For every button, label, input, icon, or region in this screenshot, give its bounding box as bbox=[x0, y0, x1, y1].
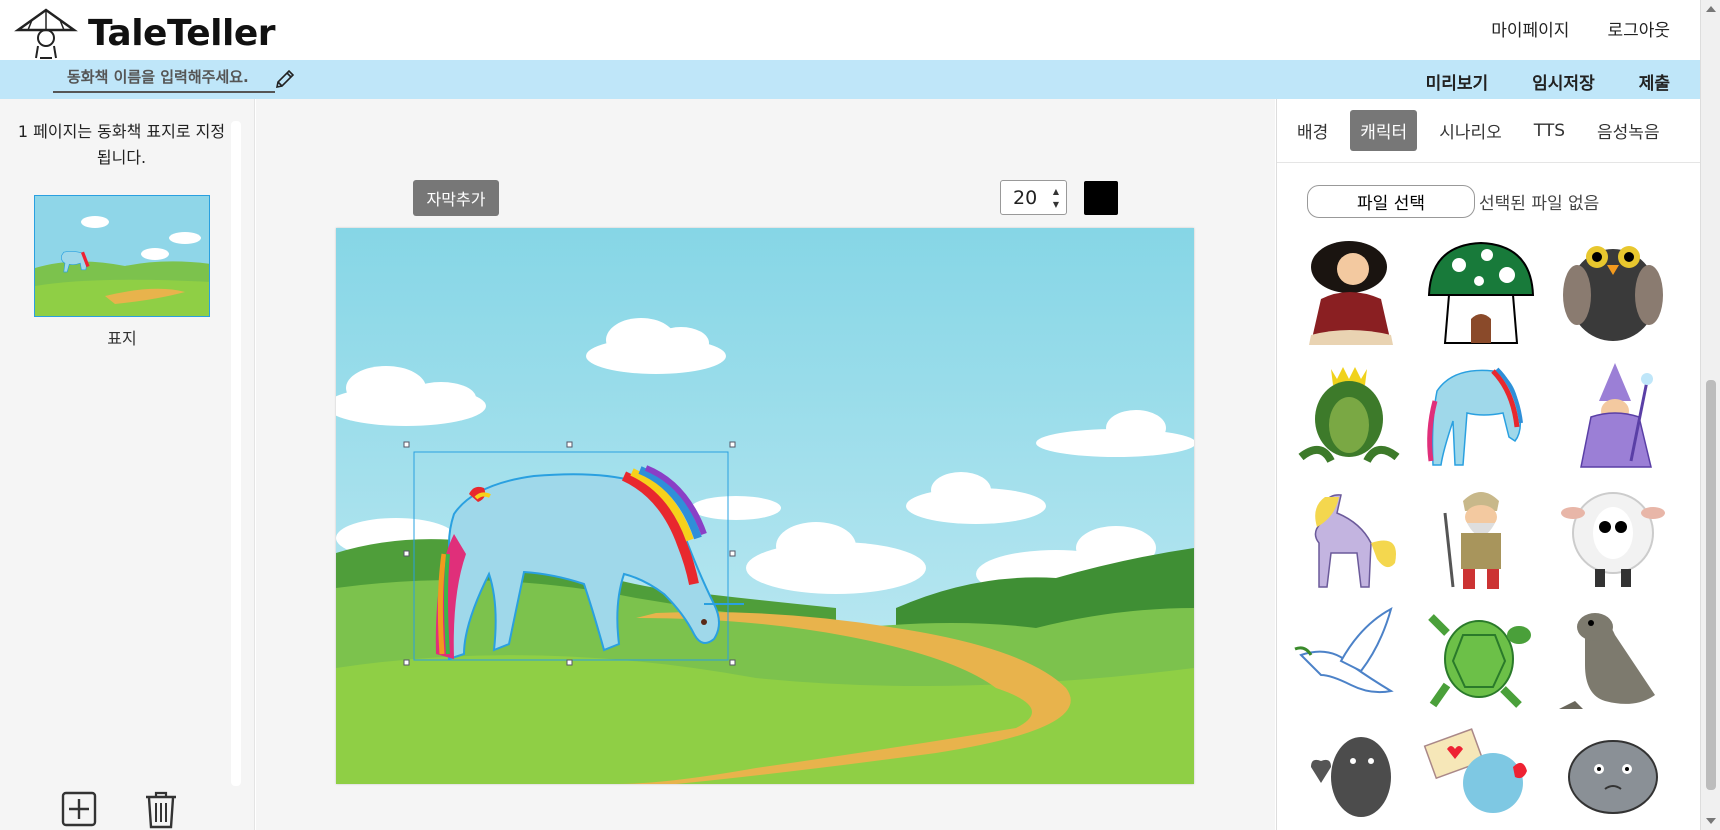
asset-tabs: 배경 캐릭터 시나리오 TTS 음성녹음 bbox=[1277, 99, 1701, 163]
file-select-button[interactable]: 파일 선택 bbox=[1307, 185, 1475, 218]
wizard-icon[interactable] bbox=[1555, 361, 1671, 471]
header: TaleTeller 마이페이지 로그아웃 bbox=[0, 0, 1700, 60]
mushroom-house-icon[interactable] bbox=[1423, 239, 1539, 349]
sheep-icon[interactable] bbox=[1555, 483, 1671, 593]
elephant-icon[interactable] bbox=[1555, 727, 1671, 830]
tab-scenario[interactable]: 시나리오 bbox=[1429, 110, 1512, 151]
page-scrollbar[interactable] bbox=[1700, 0, 1720, 830]
font-size-input[interactable]: 20 ▲ ▼ bbox=[1000, 180, 1067, 215]
logo[interactable]: TaleTeller bbox=[14, 6, 276, 60]
cover-thumbnail-image bbox=[35, 196, 209, 316]
logout-link[interactable]: 로그아웃 bbox=[1607, 16, 1670, 41]
text-color-swatch[interactable] bbox=[1084, 181, 1118, 215]
page-canvas[interactable] bbox=[336, 228, 1194, 784]
temp-save-button[interactable]: 임시저장 bbox=[1532, 69, 1595, 94]
logo-text: TaleTeller bbox=[88, 12, 276, 54]
book-title-input[interactable] bbox=[53, 63, 275, 93]
add-page-icon[interactable] bbox=[60, 789, 98, 829]
canvas-scene bbox=[336, 228, 1194, 784]
trash-icon[interactable] bbox=[142, 789, 180, 829]
turtle-icon[interactable] bbox=[1423, 605, 1539, 715]
logo-icon bbox=[14, 8, 78, 59]
mypage-link[interactable]: 마이페이지 bbox=[1491, 16, 1569, 41]
scrollbar-thumb[interactable] bbox=[1706, 380, 1716, 790]
editor-area: 자막추가 20 ▲ ▼ bbox=[256, 99, 1275, 830]
tab-voice-recording[interactable]: 음성녹음 bbox=[1587, 110, 1670, 151]
pencil-icon[interactable] bbox=[273, 67, 297, 91]
letter-bird-icon[interactable] bbox=[1423, 727, 1539, 830]
tab-background[interactable]: 배경 bbox=[1287, 110, 1338, 151]
page-list-scrollbar[interactable] bbox=[231, 121, 241, 786]
character-grid bbox=[1291, 239, 1671, 830]
dwarf-icon[interactable] bbox=[1423, 483, 1539, 593]
file-status: 선택된 파일 없음 bbox=[1479, 194, 1600, 214]
title-bar: 미리보기 임시저장 제출 bbox=[0, 60, 1700, 99]
seal-heart-icon[interactable] bbox=[1291, 727, 1407, 830]
unicorn-icon[interactable] bbox=[1423, 361, 1539, 471]
preview-button[interactable]: 미리보기 bbox=[1426, 69, 1489, 94]
frog-prince-icon[interactable] bbox=[1291, 361, 1407, 471]
pony-icon[interactable] bbox=[1291, 483, 1407, 593]
font-size-value: 20 bbox=[1013, 186, 1038, 209]
cover-label: 표지 bbox=[107, 329, 137, 348]
scroll-up-icon[interactable] bbox=[1706, 6, 1716, 12]
font-size-spinner[interactable]: ▲ ▼ bbox=[1050, 185, 1062, 211]
page-thumbnail-cover[interactable] bbox=[34, 195, 210, 317]
tab-character[interactable]: 캐릭터 bbox=[1350, 110, 1418, 151]
page-list-panel: 1 페이지는 동화책 표지로 지정됩니다. 표지 bbox=[0, 99, 255, 830]
cover-note: 1 페이지는 동화책 표지로 지정됩니다. bbox=[17, 122, 226, 167]
tab-tts[interactable]: TTS bbox=[1524, 113, 1575, 149]
asset-panel: 배경 캐릭터 시나리오 TTS 음성녹음 파일 선택 선택된 파일 없음 bbox=[1276, 99, 1701, 830]
owl-icon[interactable] bbox=[1555, 239, 1671, 349]
dove-icon[interactable] bbox=[1291, 605, 1407, 715]
submit-button[interactable]: 제출 bbox=[1639, 69, 1670, 94]
seal-icon[interactable] bbox=[1555, 605, 1671, 715]
princess-icon[interactable] bbox=[1291, 239, 1407, 349]
scroll-down-icon[interactable] bbox=[1706, 818, 1716, 824]
add-subtitle-button[interactable]: 자막추가 bbox=[413, 180, 499, 216]
